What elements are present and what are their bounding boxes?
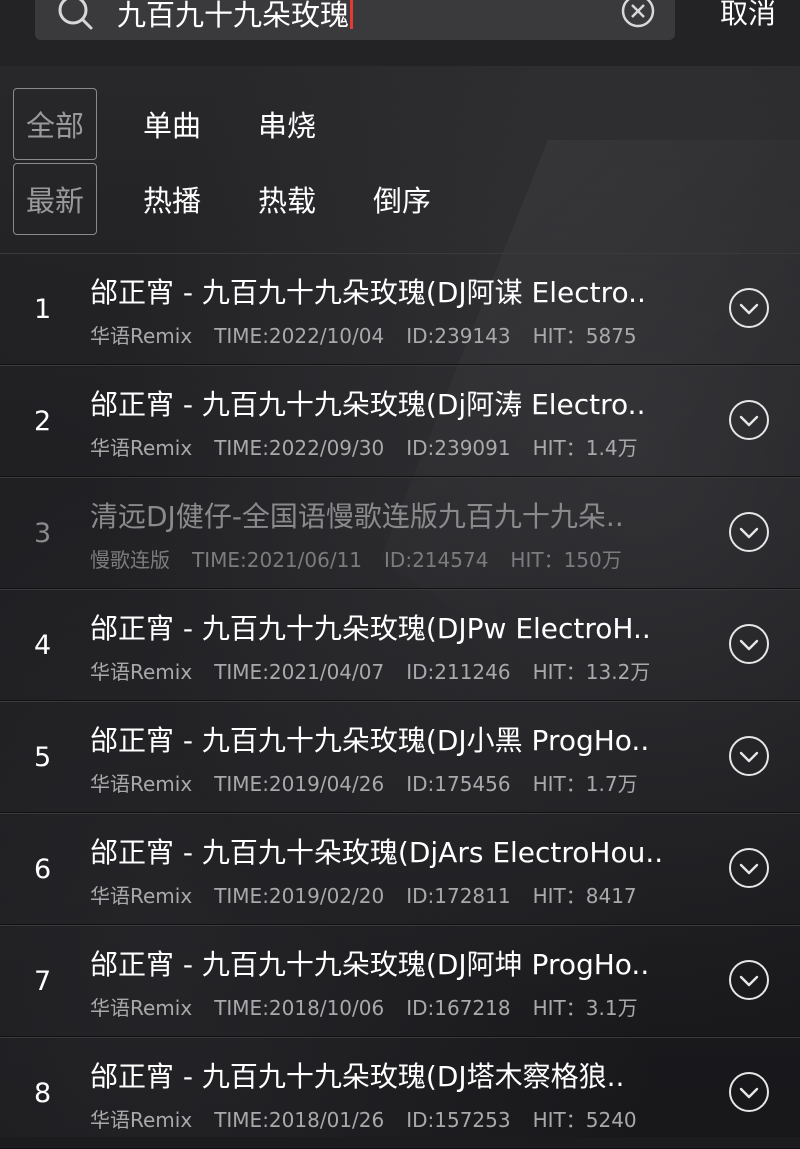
track-category: 华语Remix (90, 772, 193, 796)
cancel-button[interactable]: 取消 (720, 0, 776, 32)
filter-medley[interactable]: 串烧 (258, 103, 316, 145)
clear-icon[interactable] (621, 0, 655, 28)
filter-single[interactable]: 单曲 (143, 103, 201, 145)
track-category: 华语Remix (90, 436, 193, 460)
track-number: 1 (34, 294, 52, 325)
list-item[interactable]: 5 邰正宵 - 九百九十九朵玫瑰(DJ小黑 ProgHo.. 华语Remix TIME… (0, 701, 800, 813)
track-meta: 华语Remix TIME:2019/04/26 ID:175456 HIT：1.7万 (90, 768, 660, 797)
track-id: ID:175456 (406, 772, 511, 796)
track-hits: HIT：1.4万 (532, 436, 638, 460)
chevron-down-icon[interactable] (728, 959, 770, 1001)
track-time: TIME:2019/02/20 (214, 884, 385, 908)
chevron-down-icon[interactable] (728, 511, 770, 553)
sort-latest[interactable]: 最新 (13, 163, 98, 235)
track-title: 邰正宵 - 九百九十九朵玫瑰(DJ阿谋 Electro.. (90, 276, 646, 309)
track-hits: HIT：8417 (532, 884, 637, 908)
track-id: ID:214574 (384, 548, 489, 572)
list-item[interactable]: 8 邰正宵 - 九百九十九朵玫瑰(DJ塔木察格狼.. 华语Remix TIME:201… (0, 1037, 800, 1149)
track-time: TIME:2022/09/30 (214, 436, 385, 460)
track-title: 清远DJ健仔-全国语慢歌连版九百九十九朵.. (90, 500, 624, 533)
track-id: ID:211246 (406, 660, 511, 684)
track-hits: HIT：3.1万 (532, 996, 638, 1020)
track-category: 华语Remix (90, 996, 193, 1020)
track-time: TIME:2022/10/04 (214, 324, 385, 348)
track-number: 4 (34, 630, 52, 661)
track-number: 7 (34, 966, 52, 997)
track-time: TIME:2018/10/06 (214, 996, 385, 1020)
filter-all[interactable]: 全部 (13, 88, 98, 160)
track-meta: 华语Remix TIME:2018/10/06 ID:167218 HIT：3.1万 (90, 992, 660, 1021)
list-item[interactable]: 4 邰正宵 - 九百九十九朵玫瑰(DJPw ElectroH.. 华语Remix TI… (0, 589, 800, 701)
chevron-down-icon[interactable] (728, 735, 770, 777)
search-bar: 九百九十九朵玫瑰 取消 (0, 0, 800, 66)
chevron-down-icon[interactable] (728, 1071, 770, 1113)
track-number: 8 (34, 1078, 52, 1109)
track-meta: 华语Remix TIME:2019/02/20 ID:172811 HIT：8417 (90, 880, 659, 909)
track-meta: 华语Remix TIME:2022/10/04 ID:239143 HIT：5875 (90, 320, 659, 349)
chevron-down-icon[interactable] (728, 399, 770, 441)
track-hits: HIT：13.2万 (532, 660, 651, 684)
sort-hot-play[interactable]: 热播 (143, 178, 201, 220)
track-category: 华语Remix (90, 884, 193, 908)
track-hits: HIT：150万 (510, 548, 622, 572)
track-category: 华语Remix (90, 1108, 193, 1132)
track-category: 华语Remix (90, 660, 193, 684)
track-meta: 华语Remix TIME:2021/04/07 ID:211246 HIT：13.2万 (90, 656, 672, 685)
chevron-down-icon[interactable] (728, 287, 770, 329)
sort-reverse[interactable]: 倒序 (373, 178, 431, 220)
track-number: 3 (34, 518, 52, 549)
track-hits: HIT：1.7万 (532, 772, 638, 796)
track-title: 邰正宵 - 九百九十九朵玫瑰(DJ阿坤 ProgHo.. (90, 948, 650, 981)
list-item[interactable]: 2 邰正宵 - 九百九十九朵玫瑰(Dj阿涛 Electro.. 华语Remix TIM… (0, 365, 800, 477)
track-title: 邰正宵 - 九百九十九朵玫瑰(Dj阿涛 Electro.. (90, 388, 646, 421)
search-input[interactable]: 九百九十九朵玫瑰 (35, 0, 675, 40)
track-category: 华语Remix (90, 324, 193, 348)
list-item[interactable]: 3 清远DJ健仔-全国语慢歌连版九百九十九朵.. 慢歌连版 TIME:2021/06/… (0, 477, 800, 589)
list-item[interactable]: 6 邰正宵 - 九百九十朵玫瑰(DjArs ElectroHou.. 华语Remix… (0, 813, 800, 925)
track-hits: HIT：5240 (532, 1108, 637, 1132)
track-meta: 慢歌连版 TIME:2021/06/11 ID:214574 HIT：150万 (90, 544, 644, 573)
track-category: 慢歌连版 (90, 548, 170, 572)
list-item[interactable]: 1 邰正宵 - 九百九十九朵玫瑰(DJ阿谋 Electro.. 华语Remix TIM… (0, 253, 800, 365)
track-title: 邰正宵 - 九百九十九朵玫瑰(DJPw ElectroH.. (90, 612, 651, 645)
track-title: 邰正宵 - 九百九十九朵玫瑰(DJ塔木察格狼.. (90, 1060, 625, 1093)
track-id: ID:172811 (406, 884, 511, 908)
track-id: ID:239091 (406, 436, 511, 460)
list-item[interactable]: 7 邰正宵 - 九百九十九朵玫瑰(DJ阿坤 ProgHo.. 华语Remix TIME… (0, 925, 800, 1037)
track-time: TIME:2019/04/26 (214, 772, 385, 796)
track-id: ID:157253 (406, 1108, 511, 1132)
chevron-down-icon[interactable] (728, 623, 770, 665)
track-time: TIME:2018/01/26 (214, 1108, 385, 1132)
track-hits: HIT：5875 (532, 324, 637, 348)
track-time: TIME:2021/06/11 (192, 548, 363, 572)
search-icon (55, 0, 95, 32)
track-time: TIME:2021/04/07 (214, 660, 385, 684)
track-number: 6 (34, 854, 52, 885)
track-meta: 华语Remix TIME:2018/01/26 ID:157253 HIT：5240 (90, 1104, 659, 1133)
chevron-down-icon[interactable] (728, 847, 770, 889)
sort-hot-download[interactable]: 热载 (258, 178, 316, 220)
track-id: ID:239143 (406, 324, 511, 348)
track-title: 邰正宵 - 九百九十九朵玫瑰(DJ小黑 ProgHo.. (90, 724, 650, 757)
text-cursor (350, 0, 354, 29)
track-id: ID:167218 (406, 996, 511, 1020)
filter-panel: 全部 单曲 串烧 最新 热播 热载 倒序 (0, 66, 800, 246)
search-query: 九百九十九朵玫瑰 (117, 0, 354, 34)
track-title: 邰正宵 - 九百九十朵玫瑰(DjArs ElectroHou.. (90, 836, 664, 869)
track-number: 2 (34, 406, 52, 437)
track-number: 5 (34, 742, 52, 773)
track-meta: 华语Remix TIME:2022/09/30 ID:239091 HIT：1.4万 (90, 432, 660, 461)
result-list: 1 邰正宵 - 九百九十九朵玫瑰(DJ阿谋 Electro.. 华语Remix TIM… (0, 253, 800, 1149)
